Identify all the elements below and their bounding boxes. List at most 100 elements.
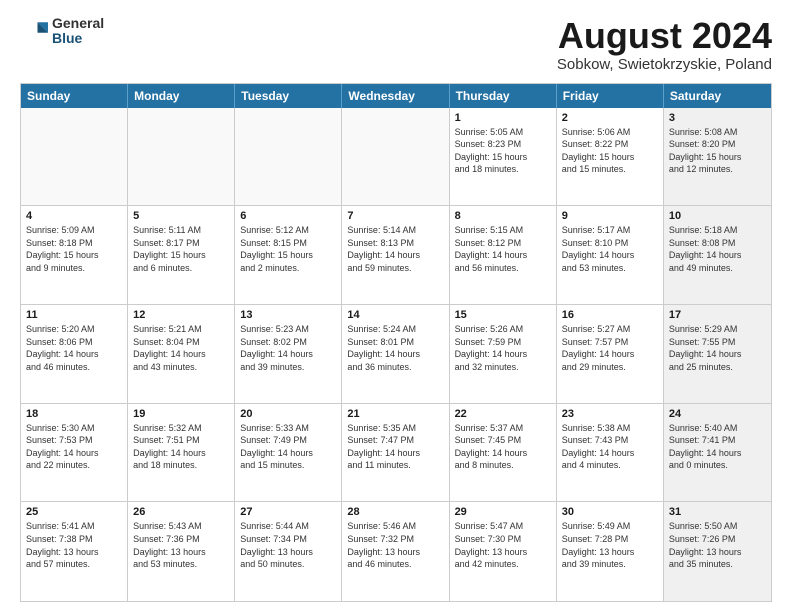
calendar-cell-29: 29 Sunrise: 5:47 AM Sunset: 7:30 PM Dayli… [450,502,557,601]
cell-date-number: 15 [455,309,551,321]
day-header-friday: Friday [557,84,664,108]
calendar-cell-14: 14 Sunrise: 5:24 AM Sunset: 8:01 PM Dayli… [342,305,449,403]
cell-date-number: 13 [240,309,336,321]
calendar-cell-2: 2 Sunrise: 5:06 AM Sunset: 8:22 PM Daylig… [557,108,664,206]
calendar-cell-24: 24Sunrise: 5:40 AM Sunset: 7:41 PM Dayli… [664,404,771,502]
cell-date-number: 23 [562,408,658,420]
calendar-row-1: 4Sunrise: 5:09 AM Sunset: 8:18 PM Daylig… [21,206,771,305]
month-year-title: August 2024 [557,16,772,56]
calendar-cell-empty-0-3 [342,108,449,206]
cell-info-text: Sunrise: 5:27 AM Sunset: 7:57 PM Dayligh… [562,323,658,373]
cell-date-number: 22 [455,408,551,420]
cell-date-number: 9 [562,210,658,222]
cell-info-text: Sunrise: 5:46 AM Sunset: 7:32 PM Dayligh… [347,520,443,570]
page: General Blue August 2024 Sobkow, Swietok… [0,0,792,612]
cell-info-text: Sunrise: 5:08 AM Sunset: 8:20 PM Dayligh… [669,126,766,176]
calendar-cell-17: 17Sunrise: 5:29 AM Sunset: 7:55 PM Dayli… [664,305,771,403]
calendar-cell-8: 8 Sunrise: 5:15 AM Sunset: 8:12 PM Daylig… [450,206,557,304]
logo-general-text: General [52,16,104,31]
calendar-cell-6: 6 Sunrise: 5:12 AM Sunset: 8:15 PM Daylig… [235,206,342,304]
cell-info-text: Sunrise: 5:06 AM Sunset: 8:22 PM Dayligh… [562,126,658,176]
cell-info-text: Sunrise: 5:38 AM Sunset: 7:43 PM Dayligh… [562,422,658,472]
cell-info-text: Sunrise: 5:33 AM Sunset: 7:49 PM Dayligh… [240,422,336,472]
calendar-cell-30: 30Sunrise: 5:49 AM Sunset: 7:28 PM Dayli… [557,502,664,601]
cell-info-text: Sunrise: 5:09 AM Sunset: 8:18 PM Dayligh… [26,224,122,274]
cell-date-number: 29 [455,506,551,518]
cell-info-text: Sunrise: 5:47 AM Sunset: 7:30 PM Dayligh… [455,520,551,570]
calendar-cell-18: 18 Sunrise: 5:30 AM Sunset: 7:53 PM Dayli… [21,404,128,502]
cell-info-text: Sunrise: 5:43 AM Sunset: 7:36 PM Dayligh… [133,520,229,570]
cell-info-text: Sunrise: 5:18 AM Sunset: 8:08 PM Dayligh… [669,224,766,274]
cell-info-text: Sunrise: 5:26 AM Sunset: 7:59 PM Dayligh… [455,323,551,373]
day-header-tuesday: Tuesday [235,84,342,108]
calendar-cell-19: 19Sunrise: 5:32 AM Sunset: 7:51 PM Dayli… [128,404,235,502]
cell-date-number: 27 [240,506,336,518]
cell-date-number: 16 [562,309,658,321]
cell-date-number: 26 [133,506,229,518]
calendar-cell-15: 15 Sunrise: 5:26 AM Sunset: 7:59 PM Dayli… [450,305,557,403]
calendar-body: 1 Sunrise: 5:05 AM Sunset: 8:23 PM Daylig… [21,108,771,601]
calendar-cell-empty-0-1 [128,108,235,206]
logo-icon [20,17,48,45]
cell-date-number: 7 [347,210,443,222]
calendar-row-2: 11 Sunrise: 5:20 AM Sunset: 8:06 PM Dayli… [21,305,771,404]
calendar-cell-12: 12 Sunrise: 5:21 AM Sunset: 8:04 PM Dayli… [128,305,235,403]
calendar-cell-9: 9Sunrise: 5:17 AM Sunset: 8:10 PM Daylig… [557,206,664,304]
calendar-cell-1: 1 Sunrise: 5:05 AM Sunset: 8:23 PM Daylig… [450,108,557,206]
calendar: SundayMondayTuesdayWednesdayThursdayFrid… [20,83,772,602]
cell-date-number: 14 [347,309,443,321]
cell-info-text: Sunrise: 5:41 AM Sunset: 7:38 PM Dayligh… [26,520,122,570]
cell-info-text: Sunrise: 5:15 AM Sunset: 8:12 PM Dayligh… [455,224,551,274]
cell-date-number: 19 [133,408,229,420]
calendar-cell-10: 10 Sunrise: 5:18 AM Sunset: 8:08 PM Dayli… [664,206,771,304]
cell-date-number: 1 [455,112,551,124]
cell-date-number: 31 [669,506,766,518]
cell-date-number: 30 [562,506,658,518]
cell-info-text: Sunrise: 5:21 AM Sunset: 8:04 PM Dayligh… [133,323,229,373]
cell-info-text: Sunrise: 5:12 AM Sunset: 8:15 PM Dayligh… [240,224,336,274]
calendar-row-4: 25 Sunrise: 5:41 AM Sunset: 7:38 PM Dayli… [21,502,771,601]
cell-date-number: 25 [26,506,122,518]
cell-info-text: Sunrise: 5:24 AM Sunset: 8:01 PM Dayligh… [347,323,443,373]
calendar-cell-25: 25 Sunrise: 5:41 AM Sunset: 7:38 PM Dayli… [21,502,128,601]
calendar-cell-28: 28 Sunrise: 5:46 AM Sunset: 7:32 PM Dayli… [342,502,449,601]
cell-info-text: Sunrise: 5:14 AM Sunset: 8:13 PM Dayligh… [347,224,443,274]
cell-date-number: 12 [133,309,229,321]
calendar-row-3: 18 Sunrise: 5:30 AM Sunset: 7:53 PM Dayli… [21,404,771,503]
cell-info-text: Sunrise: 5:30 AM Sunset: 7:53 PM Dayligh… [26,422,122,472]
cell-info-text: Sunrise: 5:05 AM Sunset: 8:23 PM Dayligh… [455,126,551,176]
calendar-cell-22: 22 Sunrise: 5:37 AM Sunset: 7:45 PM Dayli… [450,404,557,502]
calendar-cell-empty-0-2 [235,108,342,206]
cell-info-text: Sunrise: 5:20 AM Sunset: 8:06 PM Dayligh… [26,323,122,373]
cell-date-number: 28 [347,506,443,518]
day-header-monday: Monday [128,84,235,108]
calendar-cell-31: 31Sunrise: 5:50 AM Sunset: 7:26 PM Dayli… [664,502,771,601]
cell-date-number: 2 [562,112,658,124]
logo-text: General Blue [52,16,104,47]
day-header-wednesday: Wednesday [342,84,449,108]
calendar-cell-empty-0-0 [21,108,128,206]
cell-date-number: 8 [455,210,551,222]
cell-info-text: Sunrise: 5:37 AM Sunset: 7:45 PM Dayligh… [455,422,551,472]
calendar-cell-13: 13 Sunrise: 5:23 AM Sunset: 8:02 PM Dayli… [235,305,342,403]
cell-date-number: 17 [669,309,766,321]
cell-date-number: 11 [26,309,122,321]
logo-blue-text: Blue [52,31,104,46]
cell-date-number: 21 [347,408,443,420]
location-subtitle: Sobkow, Swietokrzyskie, Poland [557,56,772,73]
cell-date-number: 10 [669,210,766,222]
cell-date-number: 18 [26,408,122,420]
cell-date-number: 6 [240,210,336,222]
calendar-cell-26: 26 Sunrise: 5:43 AM Sunset: 7:36 PM Dayli… [128,502,235,601]
calendar-cell-5: 5 Sunrise: 5:11 AM Sunset: 8:17 PM Daylig… [128,206,235,304]
cell-date-number: 5 [133,210,229,222]
cell-date-number: 24 [669,408,766,420]
cell-info-text: Sunrise: 5:11 AM Sunset: 8:17 PM Dayligh… [133,224,229,274]
cell-date-number: 20 [240,408,336,420]
header: General Blue August 2024 Sobkow, Swietok… [20,16,772,73]
calendar-cell-7: 7 Sunrise: 5:14 AM Sunset: 8:13 PM Daylig… [342,206,449,304]
calendar-cell-4: 4Sunrise: 5:09 AM Sunset: 8:18 PM Daylig… [21,206,128,304]
calendar-cell-27: 27Sunrise: 5:44 AM Sunset: 7:34 PM Dayli… [235,502,342,601]
calendar-cell-16: 16 Sunrise: 5:27 AM Sunset: 7:57 PM Dayli… [557,305,664,403]
cell-info-text: Sunrise: 5:23 AM Sunset: 8:02 PM Dayligh… [240,323,336,373]
